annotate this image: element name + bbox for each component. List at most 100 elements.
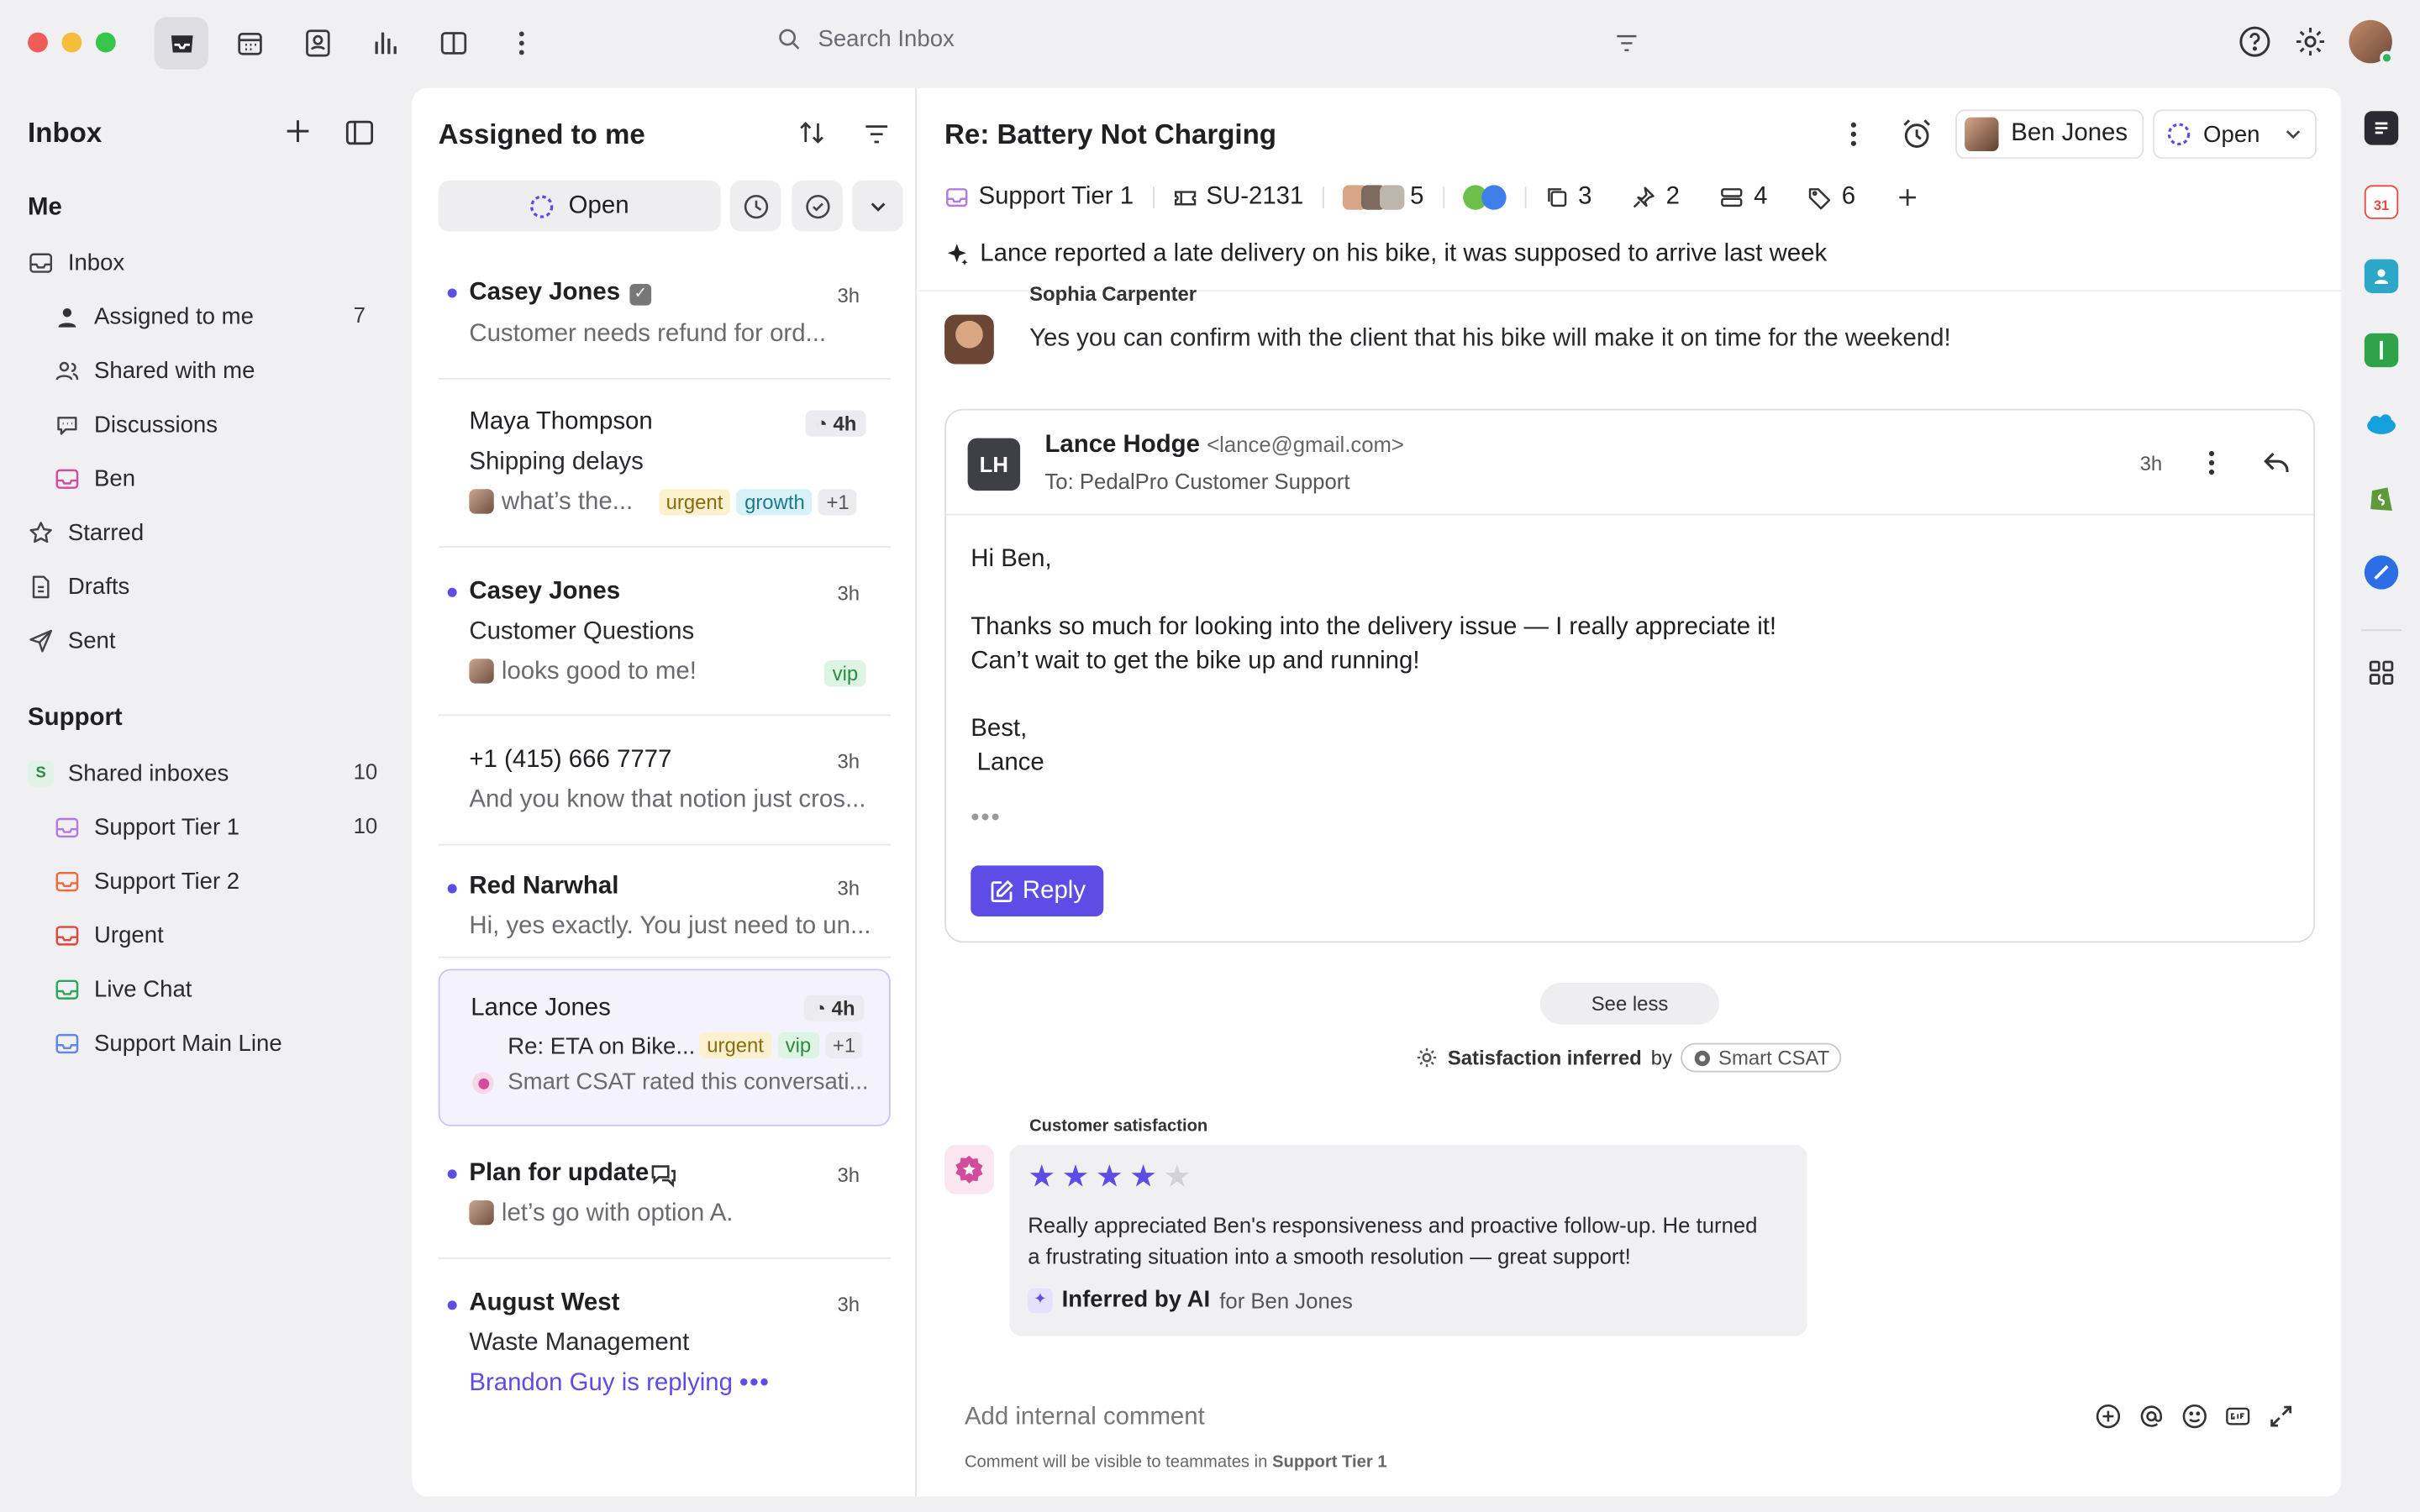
calendar-icon[interactable] <box>222 17 276 69</box>
filter-icon[interactable] <box>863 122 891 155</box>
list-item[interactable]: Maya Thompson ◔ 4h Shipping delays what’… <box>438 389 891 549</box>
contact-card-icon[interactable] <box>2364 259 2399 293</box>
gif-icon[interactable] <box>2224 1403 2252 1431</box>
snooze-time-badge: ◔ 4h <box>804 995 865 1021</box>
status-dropdown[interactable]: Open <box>2153 109 2317 160</box>
window-controls <box>28 32 116 53</box>
internal-comment-input[interactable]: Add internal comment <box>965 1404 1205 1431</box>
salesforce-icon[interactable] <box>2365 407 2398 441</box>
conversation-preview: Customer needs refund for ord... <box>469 321 827 348</box>
show-quoted-text-icon[interactable]: ••• <box>971 806 1001 833</box>
apps-grid-icon[interactable] <box>2365 656 2398 690</box>
minimize-window-button[interactable] <box>61 32 82 53</box>
sidebar-item-urgent[interactable]: Urgent <box>54 918 164 952</box>
shopify-icon[interactable] <box>2365 481 2398 515</box>
filter-icon[interactable] <box>1612 29 1640 65</box>
done-filter-button[interactable] <box>792 180 843 232</box>
emoji-icon[interactable] <box>2181 1403 2208 1431</box>
inbox-chip[interactable]: Support Tier 1 <box>944 184 1134 212</box>
list-item-selected[interactable]: Lance Jones ◔ 4h Re: ETA on Bike... urge… <box>438 969 891 1126</box>
ticket-id: SU-2131 <box>1206 183 1304 210</box>
inbox-icon <box>55 979 79 999</box>
sidebar-item-support-main-line[interactable]: Support Main Line <box>54 1026 282 1059</box>
notes-icon[interactable] <box>2364 111 2399 145</box>
email-signature: Lance <box>976 749 1044 776</box>
list-item[interactable]: Casey Jones 3h Customer Questions looks … <box>438 559 891 717</box>
sidebar-item-starred[interactable]: Starred <box>28 515 144 549</box>
mention-icon[interactable] <box>2138 1403 2165 1431</box>
reply-button[interactable]: Reply <box>971 865 1104 916</box>
see-less-button[interactable]: See less <box>1540 982 1720 1025</box>
collapse-sidebar-icon[interactable] <box>345 120 374 153</box>
more-icon[interactable] <box>494 17 548 69</box>
add-attachment-icon[interactable] <box>2094 1403 2122 1431</box>
sidebar-item-shared-inboxes[interactable]: S Shared inboxes <box>28 756 229 790</box>
email-line: Thanks so much for looking into the deli… <box>971 614 1777 641</box>
typing-text: Brandon Guy is replying <box>469 1369 734 1397</box>
chevron-down-icon <box>870 202 885 211</box>
pins-chip[interactable]: 2 <box>1632 184 1680 212</box>
sidebar-item-label: Shared inboxes <box>67 759 229 786</box>
calendar-app-icon[interactable]: 31 <box>2364 185 2399 219</box>
ticket-chip[interactable]: SU-2131 <box>1172 184 1303 212</box>
inbox-icon[interactable] <box>154 17 208 70</box>
sidebar-item-ben[interactable]: Ben <box>54 461 135 495</box>
conversation-preview-row: what’s the... urgent growth +1 <box>469 489 857 517</box>
split-view-icon[interactable] <box>426 17 480 69</box>
assignee-button[interactable]: Ben Jones <box>1955 109 2144 160</box>
checkbox-icon: ✓ <box>629 283 652 306</box>
contacts-icon[interactable] <box>290 17 344 69</box>
status-filter-open[interactable]: Open <box>438 180 721 232</box>
inbox-icon <box>55 816 79 837</box>
participants-chip[interactable]: 5 <box>1342 184 1423 212</box>
search-bar[interactable]: Search Inbox <box>776 26 955 52</box>
unread-dot <box>447 1169 457 1179</box>
list-item[interactable]: Casey Jones ✓ 3h Customer needs refund f… <box>438 260 891 380</box>
gear-icon[interactable] <box>2293 24 2327 58</box>
sidebar-item-drafts[interactable]: Drafts <box>28 570 129 603</box>
sort-icon[interactable] <box>798 118 826 154</box>
sidebar-item-live-chat[interactable]: Live Chat <box>54 972 192 1005</box>
links-chip[interactable]: 4 <box>1720 184 1768 212</box>
sidebar-item-support-tier-2[interactable]: Support Tier 2 <box>54 864 239 898</box>
sidebar-item-inbox[interactable]: Inbox <box>28 245 124 279</box>
sender-avatar: LH <box>967 438 1021 491</box>
reply-icon[interactable] <box>2261 448 2292 486</box>
sheets-app-icon[interactable] <box>2364 333 2399 368</box>
snoozed-filter-button[interactable] <box>729 180 781 232</box>
sidebar-item-shared-with-me[interactable]: Shared with me <box>54 354 255 387</box>
snooze-alarm-icon[interactable] <box>1900 118 1933 160</box>
csat-feedback-text: Really appreciated Ben's responsiveness … <box>1028 1212 1758 1268</box>
support-tier-1-count: 10 <box>353 812 378 838</box>
check-circle-icon <box>805 194 829 218</box>
list-item[interactable]: August West 3h Waste Management Brandon … <box>439 1270 891 1425</box>
add-icon[interactable] <box>1896 185 1920 209</box>
sidebar-item-support-tier-1[interactable]: Support Tier 1 <box>54 810 239 843</box>
list-item[interactable]: +1 (415) 666 7777 3h And you know that n… <box>438 727 891 846</box>
user-avatar[interactable] <box>2349 19 2394 66</box>
analytics-icon[interactable] <box>358 17 412 69</box>
close-window-button[interactable] <box>28 32 48 53</box>
top-right-controls <box>2238 19 2394 66</box>
list-item[interactable]: Red Narwhal 3h Hi, yes exactly. You just… <box>438 856 891 958</box>
tags-chip[interactable]: 6 <box>1807 184 1855 212</box>
avatar <box>469 1200 494 1226</box>
sidebar-item-sent[interactable]: Sent <box>28 623 115 657</box>
main-card: Assigned to me Open Casey Jones ✓ 3h Cus… <box>412 87 2342 1497</box>
integrations-icon[interactable] <box>1462 185 1506 210</box>
avatar <box>1965 117 1999 151</box>
sidebar-item-discussions[interactable]: Discussions <box>54 407 218 441</box>
list-item[interactable]: Plan for update 3h let’s go with option … <box>438 1138 891 1259</box>
add-icon[interactable] <box>284 118 312 153</box>
help-icon[interactable] <box>2238 24 2271 58</box>
top-bar: Search Inbox <box>0 0 2420 87</box>
zoom-window-button[interactable] <box>95 32 116 53</box>
sidebar-item-assigned-to-me[interactable]: Assigned to me <box>54 299 254 333</box>
more-filters-button[interactable] <box>851 180 903 232</box>
smart-csat-chip[interactable]: Smart CSAT <box>1681 1042 1842 1073</box>
threads-chip[interactable]: 3 <box>1544 184 1591 212</box>
more-options-icon[interactable] <box>1841 118 1865 157</box>
more-options-icon[interactable] <box>2199 448 2223 486</box>
linear-app-icon[interactable] <box>2364 555 2399 590</box>
expand-icon[interactable] <box>2267 1403 2295 1431</box>
